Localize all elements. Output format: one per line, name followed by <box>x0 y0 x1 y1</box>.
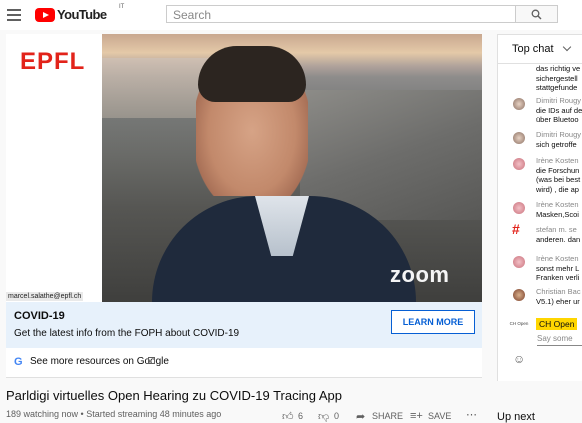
chat-message-text: wird) , die ap <box>536 184 579 194</box>
video-stats: 189 watching now • Started streaming 48 … <box>6 409 222 419</box>
chat-author[interactable]: Christian Bac <box>536 287 581 297</box>
chat-author[interactable]: Irène Kosten <box>536 200 579 210</box>
chat-message-text: das richtig ve <box>536 64 581 73</box>
chat-message-text: anderen. dan <box>536 234 581 244</box>
avatar[interactable] <box>513 98 525 110</box>
chat-message-text: sichergestell <box>536 73 578 83</box>
chat-author[interactable]: Dimitri Rougy <box>536 96 582 106</box>
info-title: COVID-19 <box>14 310 65 322</box>
thumbs-down-icon[interactable]: 👎︎ <box>318 410 329 423</box>
epfl-logo: EPFL <box>20 48 86 75</box>
chat-message-text: stattgefunde <box>536 83 578 92</box>
share-button[interactable]: SHARE <box>372 411 403 421</box>
chat-message: Dimitri Rougy sich getroffe <box>536 130 581 149</box>
ch-open-logo: CH Open <box>509 321 529 326</box>
search-button[interactable] <box>516 5 558 23</box>
share-icon[interactable]: ➦ <box>356 410 365 423</box>
ch-open-badge[interactable]: CH Open <box>536 318 578 330</box>
chat-author[interactable]: stefan m. se <box>536 225 580 235</box>
chat-message-text: (was bei best <box>536 175 581 184</box>
youtube-play-icon <box>35 8 55 22</box>
search-icon <box>531 9 542 20</box>
avatar[interactable] <box>513 289 525 301</box>
chat-message: Dimitri Rougy die IDs auf de über Blueto… <box>536 96 582 125</box>
chat-message-text: V5.1) eher ur <box>536 296 580 306</box>
external-link-icon <box>148 357 155 364</box>
chat-message: das richtig ve sichergestell stattgefund… <box>536 64 580 93</box>
country-code: IT <box>119 4 125 10</box>
thumbs-up-icon[interactable]: 👍︎ <box>282 410 294 423</box>
chat-message: Irène Kosten die Forschun (was bei best … <box>536 156 580 194</box>
chat-message: Irène Kosten Masken,Scoi <box>536 200 579 219</box>
logo-text: YouTube <box>57 7 107 22</box>
chat-message: stefan m. se anderen. dan <box>536 225 580 244</box>
chat-author[interactable]: Dimitri Rougy <box>536 130 581 140</box>
chat-message-text: Masken,Scoi <box>536 209 579 219</box>
chat-message: Irène Kosten sonst mehr L Franken verli <box>536 254 579 283</box>
save-playlist-icon[interactable]: ≡+ <box>410 410 423 422</box>
google-icon: G <box>14 356 23 368</box>
chat-filter-dropdown[interactable]: Top chat <box>512 43 554 55</box>
emoji-icon[interactable]: ☺ <box>513 352 525 366</box>
speaker-email-label: marcel.salathe@epfl.ch <box>6 292 84 301</box>
chat-message-text: Franken verli <box>536 273 580 282</box>
video-title: Parldigi virtuelles Open Hearing zu COVI… <box>6 388 342 403</box>
chat-input-underline <box>537 345 582 346</box>
speaker-hair <box>198 46 306 102</box>
zoom-logo: zoom <box>390 262 450 287</box>
chat-message-text: die IDs auf de <box>536 105 582 115</box>
dislike-count: 0 <box>334 411 340 421</box>
save-button[interactable]: SAVE <box>428 411 451 421</box>
avatar[interactable] <box>513 256 525 268</box>
chat-message-text: die Forschun <box>536 165 580 175</box>
chat-message: Christian Bac V5.1) eher ur <box>536 287 581 306</box>
chat-message-text: sich getroffe <box>536 139 577 149</box>
search-input[interactable] <box>167 7 509 23</box>
search-box <box>166 5 516 23</box>
learn-more-button[interactable]: LEARN MORE <box>391 310 475 334</box>
hashtag-icon: # <box>512 221 520 237</box>
up-next-heading: Up next <box>497 411 535 423</box>
avatar[interactable] <box>513 132 525 144</box>
avatar[interactable] <box>513 202 525 214</box>
more-actions-icon[interactable]: ⋯ <box>466 408 477 421</box>
info-description: Get the latest info from the FOPH about … <box>14 328 240 339</box>
chat-message-text: über Bluetoo <box>536 115 579 124</box>
chat-input[interactable]: Say some <box>537 334 573 343</box>
chat-message-text: sonst mehr L <box>536 263 580 273</box>
hamburger-menu-icon[interactable] <box>7 9 21 21</box>
chat-author[interactable]: Irène Kosten <box>536 254 579 264</box>
like-count: 6 <box>298 411 304 421</box>
chat-author[interactable]: Irène Kosten <box>536 156 580 166</box>
avatar[interactable] <box>513 158 525 170</box>
